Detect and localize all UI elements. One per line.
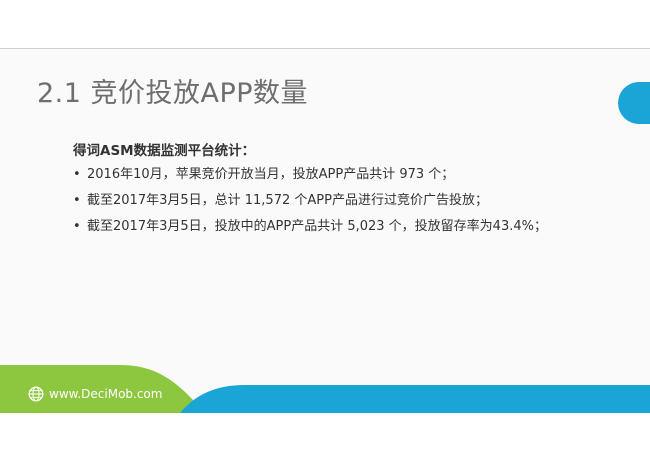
bullet-item: • 截至2017年3月5日，总计 11,572 个APP产品进行过竞价广告投放； (73, 188, 547, 214)
bullet-list: • 2016年10月，苹果竞价开放当月，投放APP产品共计 973 个； • 截至2… (73, 162, 547, 240)
bullet-marker: • (73, 193, 81, 208)
accent-tab (618, 82, 650, 124)
bullet-text: 截至2017年3月5日，投放中的APP产品共计 5,023 个，投放留存率为43… (87, 219, 547, 234)
slide-title: 2.1 竞价投放APP数量 (37, 78, 309, 109)
slide-subtitle: 得词ASM数据监测平台统计： (73, 143, 256, 159)
bullet-text: 2016年10月，苹果竞价开放当月，投放APP产品共计 973 个； (87, 167, 455, 182)
slide: 2.1 竞价投放APP数量 得词ASM数据监测平台统计： • 2016年10月，苹… (0, 48, 650, 413)
footer-url[interactable]: www.DeciMob.com (49, 386, 162, 402)
bullet-text: 截至2017年3月5日，总计 11,572 个APP产品进行过竞价广告投放； (87, 193, 488, 208)
bullet-item: • 2016年10月，苹果竞价开放当月，投放APP产品共计 973 个； (73, 162, 547, 188)
footer-blue-wave (180, 385, 650, 413)
globe-icon (28, 386, 44, 402)
bullet-marker: • (73, 167, 81, 182)
bullet-item: • 截至2017年3月5日，投放中的APP产品共计 5,023 个，投放留存率为4… (73, 214, 547, 240)
bullet-marker: • (73, 219, 81, 234)
